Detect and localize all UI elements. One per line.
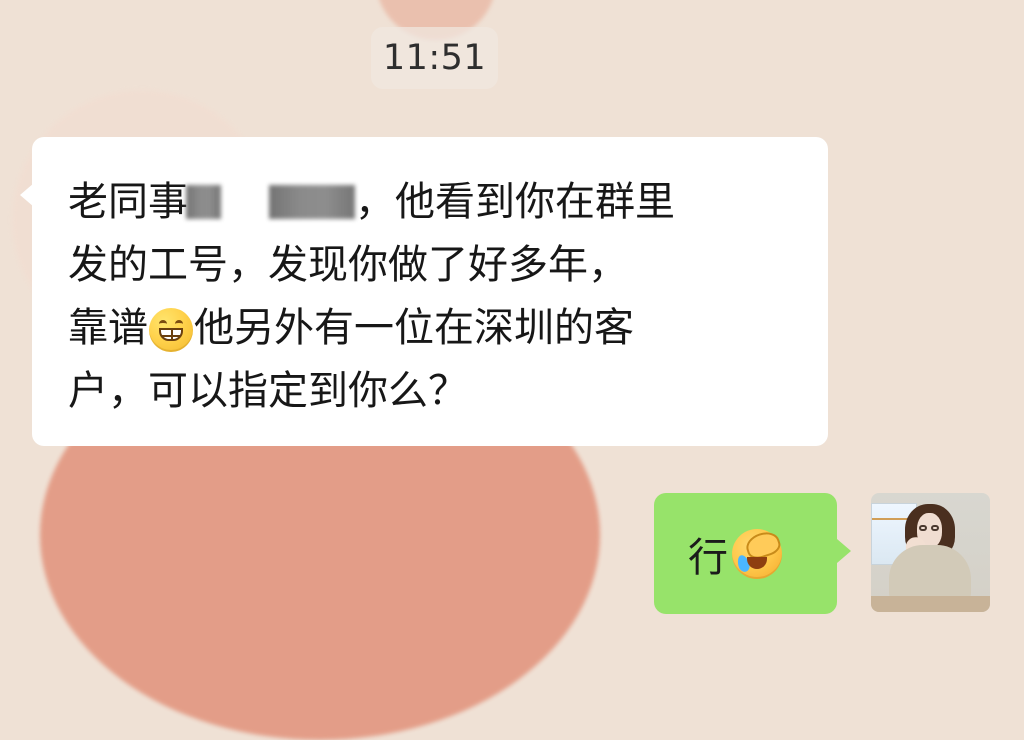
- avatar-desk: [871, 596, 990, 612]
- incoming-message-bubble[interactable]: 老同事 ，他看到你在群里 发的工号，发现你做了好多年， 靠谱 他另外有一位在深圳的客…: [20, 137, 828, 446]
- incoming-message-line-2: 发的工号，发现你做了好多年，: [68, 242, 628, 288]
- incoming-message-line-3-prefix: 靠谱: [68, 305, 148, 351]
- emoji-mouth-open: [747, 556, 767, 569]
- emoji-eye-left: [159, 320, 167, 328]
- avatar-glasses-left: [919, 525, 927, 531]
- emoji-eye-right: [175, 320, 183, 328]
- avatar-body: [889, 545, 971, 603]
- timestamp-text: 11:51: [382, 38, 487, 78]
- incoming-message-line-3: 靠谱 他另外有一位在深圳的客: [68, 297, 800, 360]
- timestamp-pill: 11:51: [371, 27, 498, 89]
- incoming-message-line-3-suffix: 他另外有一位在深圳的客: [194, 305, 634, 351]
- outgoing-message-bubble[interactable]: 行: [654, 493, 851, 614]
- redacted-name-part-2: [269, 185, 355, 219]
- outgoing-message-text: 行: [688, 534, 728, 581]
- avatar-glasses-right: [931, 525, 939, 531]
- emoji-mouth: [159, 328, 183, 341]
- facepalm-laughing-icon: [732, 527, 783, 579]
- redacted-name-part-1: [186, 185, 221, 219]
- incoming-message-line-4: 户，可以指定到你么？: [68, 368, 468, 414]
- incoming-message-line-1-prefix: 老同事: [68, 179, 188, 225]
- grinning-face-with-smiling-eyes-icon: [149, 308, 193, 352]
- user-avatar[interactable]: [871, 493, 990, 612]
- incoming-message-line-1: 老同事 ，他看到你在群里: [68, 171, 800, 234]
- incoming-message-line-1-suffix: ，他看到你在群里: [355, 179, 675, 225]
